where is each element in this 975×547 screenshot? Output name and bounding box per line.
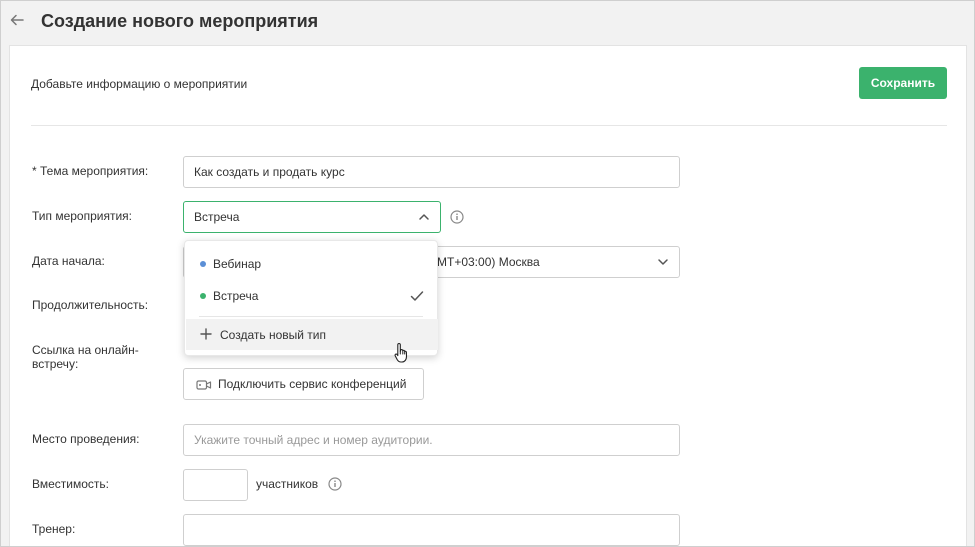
connect-conference-label: Подключить сервис конференций bbox=[218, 377, 407, 391]
hand-pointer-cursor-icon bbox=[394, 342, 408, 363]
topic-value: Как создать и продать курс bbox=[194, 165, 345, 179]
back-button[interactable] bbox=[7, 10, 27, 30]
save-button[interactable]: Сохранить bbox=[859, 67, 947, 99]
online-link-label-line1: Ссылка на онлайн- bbox=[32, 343, 139, 357]
info-icon[interactable] bbox=[328, 477, 342, 491]
dropdown-item-label: Встреча bbox=[213, 289, 259, 303]
type-dropdown-menu: Вебинар Встреча Создать новый тип bbox=[184, 240, 438, 356]
dropdown-item-label: Вебинар bbox=[213, 257, 262, 271]
dropdown-divider bbox=[199, 316, 423, 317]
location-label: Место проведения: bbox=[32, 432, 140, 446]
connect-conference-button[interactable]: Подключить сервис конференций bbox=[183, 368, 424, 400]
page-title: Создание нового мероприятия bbox=[41, 11, 319, 31]
event-form-card: Добавьте информацию о мероприятии Сохран… bbox=[9, 45, 967, 546]
trainer-input[interactable] bbox=[183, 514, 680, 546]
type-label: Тип мероприятия: bbox=[32, 209, 133, 223]
divider bbox=[31, 125, 947, 126]
capacity-label: Вместимость: bbox=[32, 477, 109, 491]
video-camera-icon bbox=[196, 380, 212, 390]
topic-label: * Тема мероприятия: bbox=[32, 164, 149, 178]
meeting-dot-icon bbox=[200, 293, 206, 299]
chevron-up-icon bbox=[419, 214, 429, 220]
webinar-dot-icon bbox=[200, 261, 206, 267]
dropdown-item-webinar[interactable]: Вебинар bbox=[185, 249, 437, 279]
card-subtitle: Добавьте информацию о мероприятии bbox=[31, 77, 248, 91]
location-placeholder: Укажите точный адрес и номер аудитории. bbox=[194, 433, 433, 447]
type-select[interactable]: Встреча bbox=[183, 201, 441, 233]
trainer-label: Тренер: bbox=[32, 522, 76, 536]
type-value: Встреча bbox=[194, 210, 240, 224]
topic-input[interactable]: Как создать и продать курс bbox=[183, 156, 680, 188]
dropdown-item-meeting[interactable]: Встреча bbox=[185, 281, 437, 311]
create-new-type-label: Создать новый тип bbox=[220, 327, 326, 342]
capacity-input[interactable] bbox=[183, 469, 248, 501]
online-link-label: Ссылка на онлайн- встречу: bbox=[32, 343, 139, 371]
plus-icon bbox=[200, 328, 212, 340]
online-link-label-line2: встречу: bbox=[32, 357, 79, 371]
info-icon[interactable] bbox=[450, 210, 464, 224]
capacity-unit: участников bbox=[256, 477, 319, 491]
duration-label: Продолжительность: bbox=[32, 298, 149, 312]
app-window: Создание нового мероприятия Добавьте инф… bbox=[0, 0, 975, 547]
checkmark-icon bbox=[410, 291, 424, 301]
timezone-value: MT+03:00) Москва bbox=[437, 255, 540, 269]
start-date-label: Дата начала: bbox=[32, 254, 105, 268]
page-header: Создание нового мероприятия bbox=[1, 1, 974, 45]
location-input[interactable]: Укажите точный адрес и номер аудитории. bbox=[183, 424, 680, 456]
arrow-left-icon bbox=[10, 14, 24, 26]
chevron-down-icon bbox=[658, 259, 668, 265]
